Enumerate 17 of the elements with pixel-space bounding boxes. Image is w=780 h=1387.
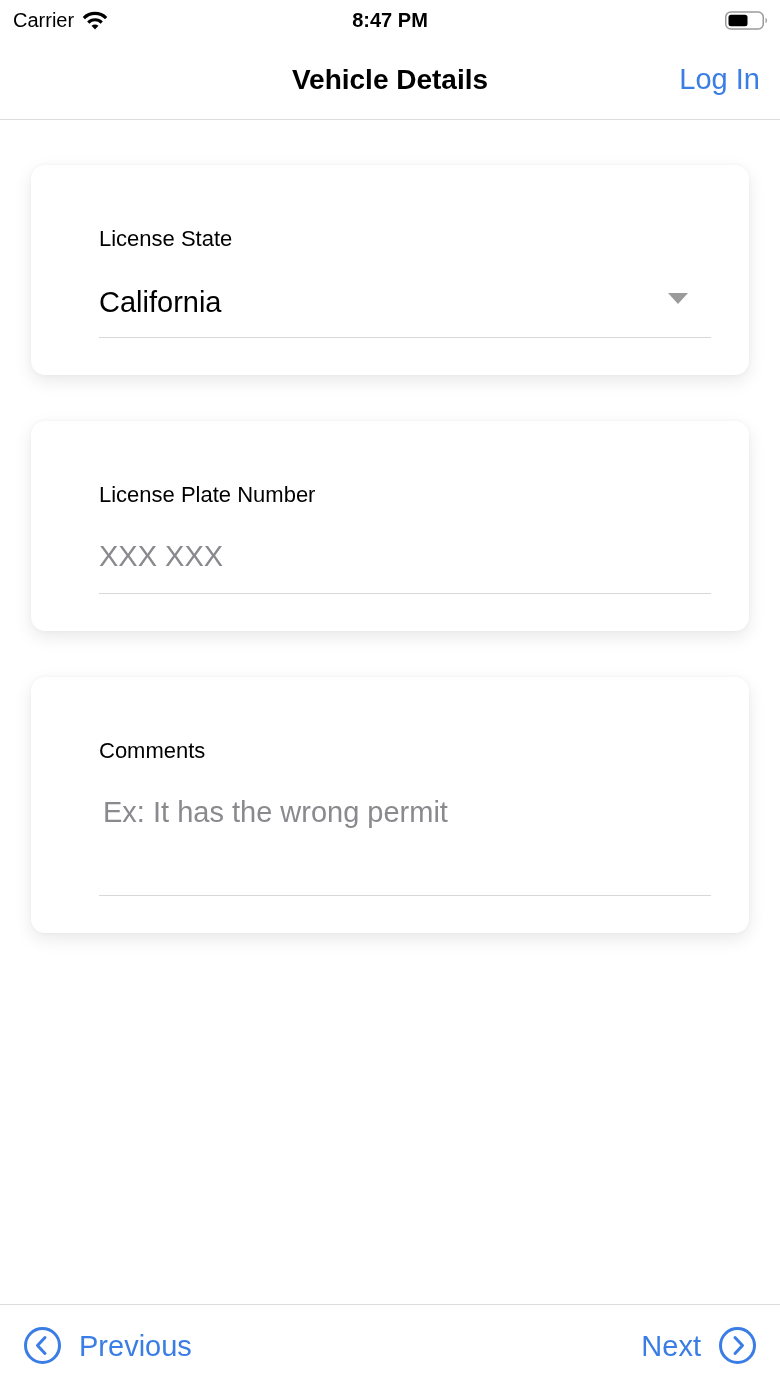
status-time: 8:47 PM [352, 9, 428, 31]
wifi-icon [82, 10, 109, 30]
screen-title: Vehicle Details [291, 62, 489, 97]
next-button[interactable]: Next [641, 1327, 756, 1364]
battery-icon [725, 10, 768, 30]
carrier-name: Carrier [13, 8, 75, 33]
field-label: License Plate Number [99, 482, 316, 508]
right-chevron-circle-icon [719, 1327, 756, 1364]
dropdown-caret-icon [668, 292, 688, 304]
comments-textarea[interactable]: Ex: It has the wrong permit [99, 795, 711, 896]
field-label: Comments [99, 738, 206, 764]
left-chevron-circle-icon [24, 1327, 61, 1364]
plate-number-input[interactable]: XXX XXX [99, 539, 711, 594]
previous-button[interactable]: Previous [24, 1327, 192, 1364]
field-label: License State [99, 226, 233, 252]
state-dropdown[interactable]: California [99, 285, 711, 338]
log-in-button[interactable]: Log In [679, 57, 760, 102]
